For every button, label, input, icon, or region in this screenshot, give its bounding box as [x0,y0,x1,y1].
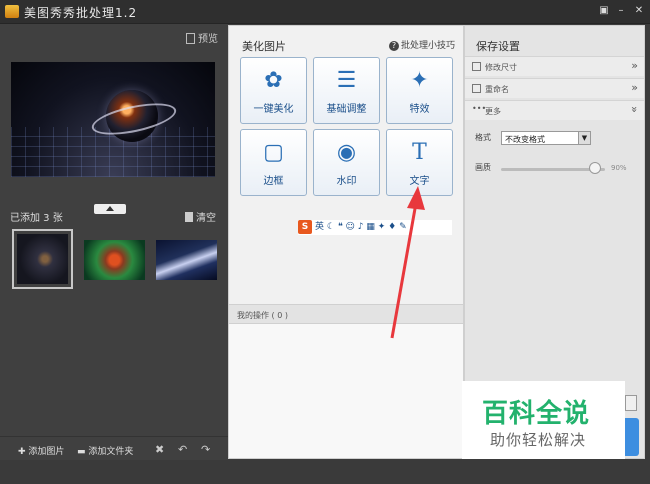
quality-value: 90% [611,164,627,172]
thumbnail-1[interactable] [12,229,73,289]
ime-toolbar[interactable]: S英 ☾ ❝ ☺ ♪ ▦ ✦ ♦ ✎ [298,220,452,235]
double-chevron-right-icon: » [631,59,638,72]
plus-icon: ✚ [18,447,29,457]
collapse-arrow-icon[interactable] [94,204,126,214]
format-label: 格式 [475,133,491,142]
magic-wand-icon: ✦ [410,68,429,93]
frame-button[interactable]: ▢ 边框 [240,129,307,196]
my-operations-header: 我的操作 ( 0 ) [229,304,463,324]
tips-link[interactable]: ? 批处理小技巧 [389,38,455,51]
section-label: 重命名 [485,85,509,94]
text-button[interactable]: T 文字 [386,129,453,196]
double-chevron-right-icon: » [631,81,638,94]
rename-section[interactable]: 重命名 » [465,78,644,98]
pin-icon[interactable]: ▣ [596,4,612,18]
preview-label: 预览 [198,34,218,45]
rotate-left-icon[interactable]: ↶ [178,443,187,456]
double-chevron-down-icon: » [628,106,642,113]
sliders-icon: ☰ [336,68,357,93]
folder-icon: ▬ [77,447,89,457]
sogou-logo-icon: S [298,220,312,234]
rotate-right-icon[interactable]: ↷ [201,443,210,456]
tulip-icon: ✿ [264,68,283,93]
tool-label: 基础调整 [326,104,367,115]
tool-label: 水印 [336,176,357,187]
tips-label: 批处理小技巧 [401,41,456,51]
preview-image [11,62,215,177]
beautify-title: 美化图片 [242,40,286,53]
operations-area [229,324,463,458]
window-title: 美图秀秀批处理1.2 [24,6,138,20]
tool-label: 文字 [409,176,430,187]
left-toolbar: ✚ 添加图片 ▬ 添加文件夹 ✖ ↶ ↷ [0,436,228,460]
minimize-icon[interactable]: – [613,4,629,18]
preview-button[interactable]: 预览 [186,30,218,45]
partial-button[interactable] [625,395,637,411]
watermark-button[interactable]: ◉ 水印 [313,129,380,196]
add-image-label: 添加图片 [28,447,65,457]
thumbnail-1-image [17,234,68,284]
section-label: 修改尺寸 [485,63,517,72]
delete-icon[interactable]: ✖ [155,443,164,456]
basic-adjust-button[interactable]: ☰ 基础调整 [313,57,380,124]
resize-section[interactable]: 修改尺寸 » [465,56,644,76]
tool-label: 特效 [409,104,430,115]
ime-lang: 英 [315,222,325,232]
effects-button[interactable]: ✦ 特效 [386,57,453,124]
quality-label: 画质 [475,163,491,172]
more-dots-icon: ••• [472,104,487,113]
image-list-panel: 预览 已添加 3 张 清空 ✚ 添加图片 ▬ 添加文件夹 ✖ ↶ ↷ [0,24,228,460]
added-count-label: 已添加 3 张 [10,213,63,224]
clear-button[interactable]: 清空 [185,209,216,224]
add-image-button[interactable]: ✚ 添加图片 [18,444,64,457]
frame-icon: ▢ [263,140,284,165]
beautify-panel: 美化图片 ? 批处理小技巧 ✿ 一键美化 ☰ 基础调整 ✦ 特效 ▢ 边框 ◉ 水… [228,25,464,459]
add-folder-button[interactable]: ▬ 添加文件夹 [77,444,133,457]
app-window: 美图秀秀批处理1.2 ▣ – ✕ 预览 已添加 3 张 清空 ✚ 添加图片 ▬ … [0,0,650,484]
tool-label: 边框 [263,176,284,187]
format-value: 不改变格式 [505,135,545,144]
ime-tools-icon: ☾ ❝ ☺ ♪ ▦ ✦ ♦ ✎ [326,222,407,232]
thumbnail-2[interactable] [84,240,145,280]
clear-label: 清空 [196,213,216,224]
watermark-subtitle: 助你轻松解决 [490,431,587,449]
tool-label: 一键美化 [253,104,294,115]
watermark-title: 百科全说 [482,399,591,429]
more-section[interactable]: ••• 更多 » [465,100,644,120]
save-button-partial[interactable] [625,418,639,456]
chevron-down-icon: ▼ [578,132,590,144]
watermark-icon: ◉ [336,140,357,165]
rename-icon [472,84,481,93]
document-icon [186,33,195,44]
quality-slider-knob[interactable] [588,162,601,174]
crop-icon [472,62,481,71]
add-folder-label: 添加文件夹 [88,447,134,457]
watermark-overlay: 百科全说 助你轻松解决 [462,381,625,459]
close-icon[interactable]: ✕ [631,4,647,18]
status-strip [0,460,650,484]
thumbnail-3[interactable] [156,240,217,280]
app-logo-icon [5,5,19,18]
title-bar: 美图秀秀批处理1.2 ▣ – ✕ [0,0,650,24]
save-settings-title: 保存设置 [476,40,520,53]
text-icon: T [412,140,427,165]
one-click-beautify-button[interactable]: ✿ 一键美化 [240,57,307,124]
format-select[interactable]: 不改变格式 ▼ [501,131,591,145]
section-label: 更多 [485,107,501,116]
trash-icon [185,212,193,222]
help-icon: ? [389,41,399,51]
